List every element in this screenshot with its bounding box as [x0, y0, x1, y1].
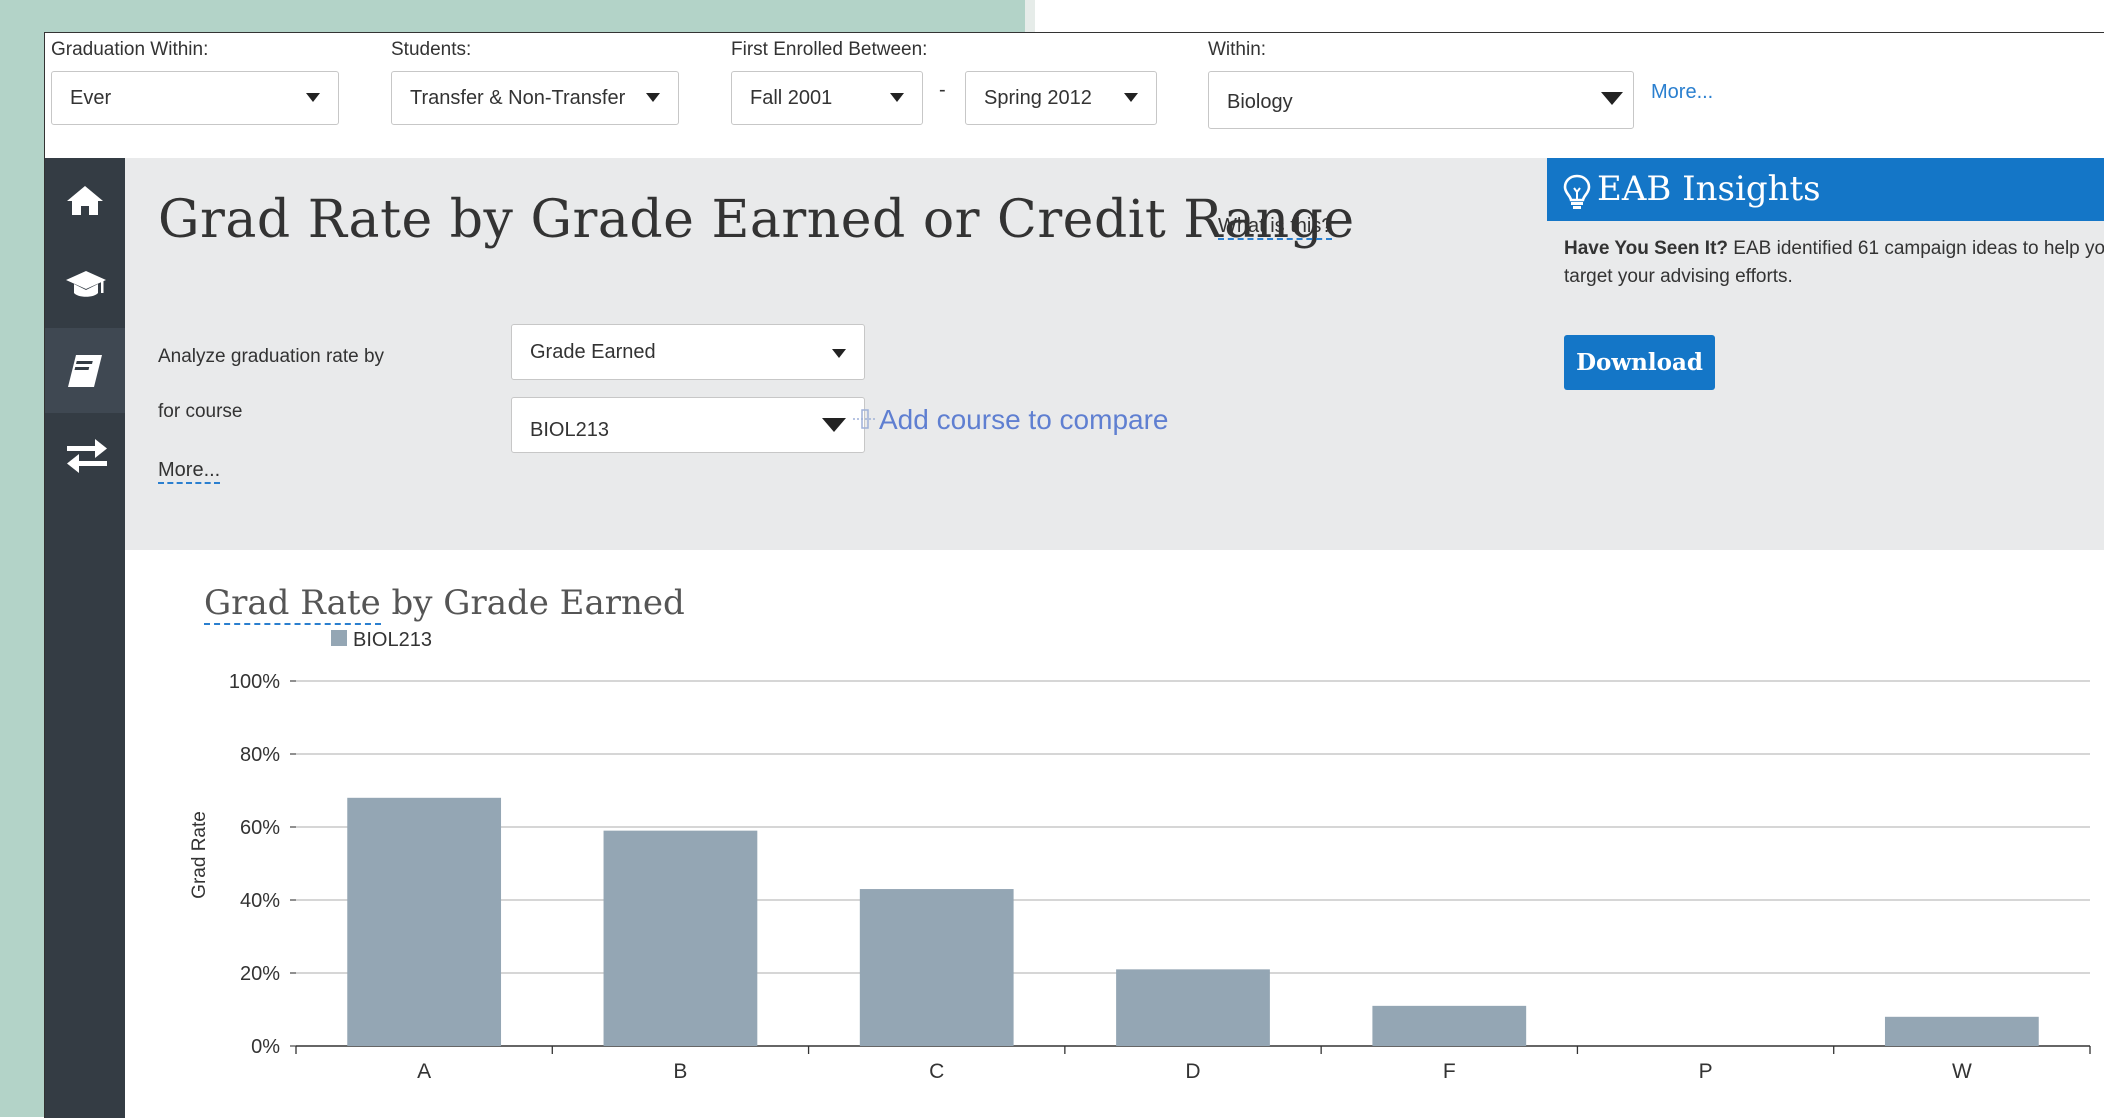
- bar-B[interactable]: [603, 830, 758, 1046]
- x-tick-label: P: [1699, 1060, 1713, 1083]
- legend-label: BIOL213: [353, 629, 432, 651]
- y-tick-label: 100%: [229, 671, 280, 693]
- y-tick-label: 20%: [240, 963, 280, 985]
- grad-rate-chart: 0% 20% 40% 60% 80% 100% Grad Rate A B C D F P W BIOL21…: [189, 629, 2091, 1083]
- bar-A[interactable]: [347, 797, 502, 1046]
- x-tick-label: B: [673, 1060, 687, 1083]
- bar-F[interactable]: [1372, 1005, 1527, 1046]
- y-tick-label: 40%: [240, 890, 280, 912]
- x-tick-label: F: [1443, 1060, 1456, 1083]
- bar-C[interactable]: [859, 889, 1014, 1046]
- x-tick-label: D: [1185, 1060, 1200, 1083]
- x-tick-label: A: [417, 1060, 431, 1083]
- x-tick-label: C: [929, 1060, 944, 1083]
- bar-D[interactable]: [1116, 969, 1270, 1046]
- y-axis-label: Grad Rate: [189, 811, 210, 899]
- y-tick-label: 0%: [251, 1036, 280, 1058]
- x-tick-label: W: [1952, 1060, 1972, 1083]
- legend-swatch: [331, 630, 347, 646]
- bar-W[interactable]: [1884, 1016, 2039, 1046]
- y-tick-label: 60%: [240, 817, 280, 839]
- y-tick-label: 80%: [240, 744, 280, 766]
